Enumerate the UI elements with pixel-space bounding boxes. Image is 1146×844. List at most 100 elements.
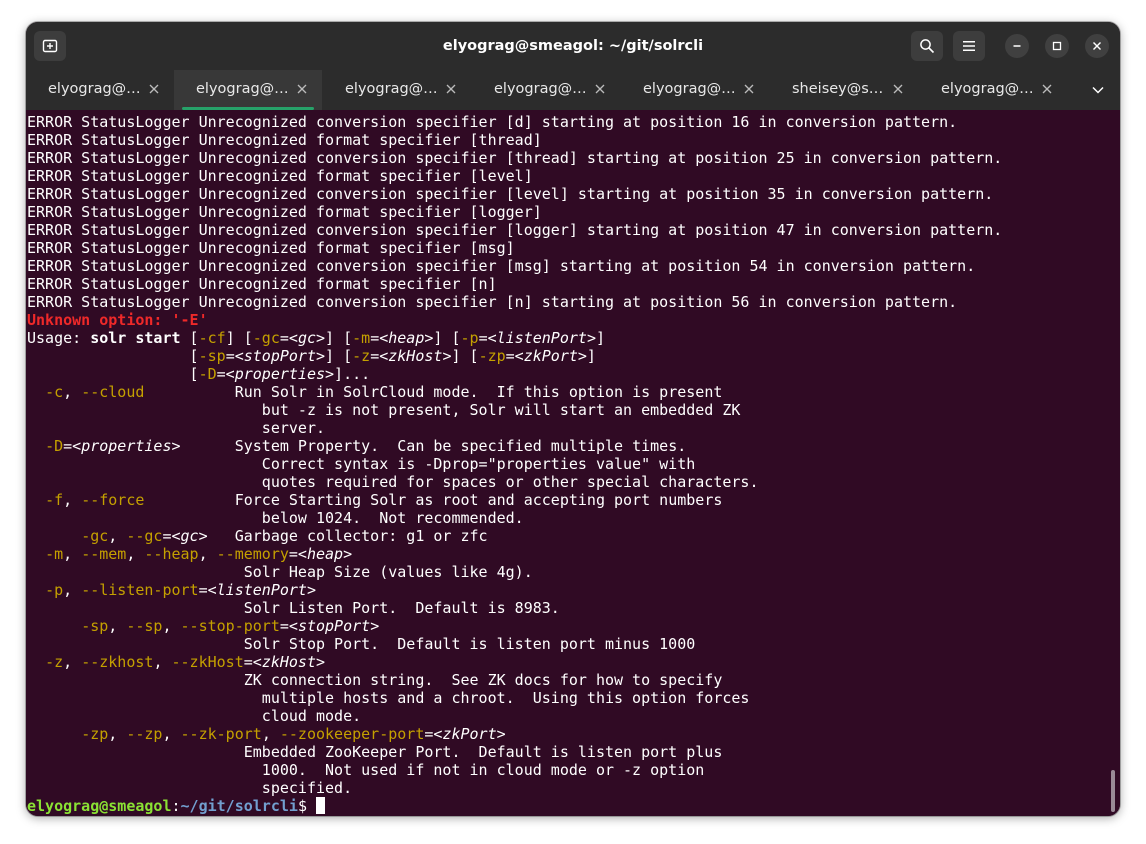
close-icon: [1093, 42, 1101, 50]
terminal-segment: [27, 527, 81, 545]
terminal-segment: stopPort: [243, 347, 316, 365]
terminal-line: 1000. Not used if not in cloud mode or -…: [27, 761, 705, 779]
terminal-segment: -m: [352, 329, 371, 347]
terminal-segment: =<: [279, 617, 298, 635]
terminal-segment: solr start: [90, 329, 181, 347]
minimize-icon: [1013, 45, 1021, 47]
prompt-path: ~/git/solrcli: [180, 797, 298, 815]
tab-close-icon[interactable]: [296, 83, 308, 95]
terminal-segment: [: [27, 347, 199, 365]
search-icon: [920, 39, 935, 54]
terminal-line: Solr Stop Port. Default is listen port m…: [27, 635, 696, 653]
terminal-line: ERROR StatusLogger Unrecognized conversi…: [27, 113, 958, 131]
tab-active[interactable]: elyograg@…: [174, 70, 322, 110]
terminal-line: ERROR StatusLogger Unrecognized conversi…: [27, 221, 1003, 239]
terminal-segment: zkHost: [388, 347, 443, 365]
terminal-segment: ,: [63, 383, 82, 401]
terminal-segment: -gc: [252, 329, 280, 347]
terminal-line: ERROR StatusLogger Unrecognized format s…: [27, 275, 497, 293]
terminal-segment: ,: [108, 725, 127, 743]
maximize-button[interactable]: [1045, 34, 1069, 58]
terminal-segment: Run Solr in SolrCloud mode. If this opti…: [144, 383, 723, 401]
terminal-line: ERROR StatusLogger Unrecognized format s…: [27, 131, 542, 149]
terminal-segment: [27, 383, 45, 401]
tab-close-icon[interactable]: [148, 83, 160, 95]
tab-list-dropdown[interactable]: [1087, 80, 1109, 100]
search-button[interactable]: [911, 31, 943, 61]
terminal-line: Correct syntax is -Dprop="properties val…: [27, 455, 696, 473]
close-window-button[interactable]: [1085, 34, 1109, 58]
maximize-icon: [1052, 41, 1062, 51]
tab[interactable]: elyograg@…: [621, 70, 769, 110]
terminal-segment: --zkHost: [171, 653, 244, 671]
terminal-segment: > Garbage collector: g1 or zfc: [198, 527, 488, 545]
terminal-segment: >] [: [316, 329, 353, 347]
terminal-segment: --zookeeper-port: [279, 725, 425, 743]
terminal-segment: -z: [45, 653, 64, 671]
terminal-output[interactable]: ERROR StatusLogger Unrecognized conversi…: [26, 110, 1120, 816]
terminal-segment: heap: [388, 329, 425, 347]
terminal-segment: >]: [586, 329, 605, 347]
tab[interactable]: elyograg@…: [26, 70, 174, 110]
terminal-segment: =<: [288, 545, 307, 563]
tab-label: elyograg@…: [941, 81, 1034, 97]
terminal-line: -c, --cloud Run Solr in SolrCloud mode. …: [27, 383, 1002, 401]
terminal-segment: -gc: [81, 527, 109, 545]
terminal-line: -gc, --gc=<gc> Garbage collector: g1 or …: [27, 527, 1002, 545]
terminal-segment: -f: [45, 491, 64, 509]
terminal-line: specified.: [27, 779, 353, 797]
terminal-line: Solr Listen Port. Default is 8983.: [27, 599, 560, 617]
scrollbar[interactable]: [1111, 770, 1115, 812]
tab-close-icon[interactable]: [445, 83, 457, 95]
tab-close-icon[interactable]: [594, 83, 606, 95]
terminal-segment: >: [306, 581, 316, 599]
terminal-line: Usage: solr start [-cf] [-gc=<gc>] [-m=<…: [27, 329, 1002, 347]
shell-prompt[interactable]: elyograg@smeagol:~/git/solrcli$: [27, 797, 1002, 815]
terminal-segment: [27, 653, 45, 671]
terminal-segment: =<: [198, 581, 217, 599]
terminal-segment: [27, 581, 45, 599]
terminal-line: ERROR StatusLogger Unrecognized conversi…: [27, 293, 958, 311]
terminal-line: cloud mode.: [27, 707, 362, 725]
terminal-segment: ,: [198, 545, 217, 563]
terminal-line: ERROR StatusLogger Unrecognized conversi…: [27, 149, 1003, 167]
tab[interactable]: sheisey@s…: [770, 70, 918, 110]
tab-label: elyograg@…: [494, 81, 587, 97]
terminal-segment: stopPort: [297, 617, 371, 635]
terminal-line: ERROR StatusLogger Unrecognized conversi…: [27, 185, 994, 203]
tab-close-icon[interactable]: [743, 83, 755, 95]
tab-label: elyograg@…: [48, 81, 141, 97]
prompt-separator: :: [171, 797, 181, 815]
terminal-line: ERROR StatusLogger Unrecognized format s…: [27, 167, 533, 185]
terminal-segment: ,: [162, 617, 181, 635]
terminal-segment: =<: [162, 527, 181, 545]
terminal-segment: ,: [63, 653, 82, 671]
tab-close-icon[interactable]: [892, 83, 904, 95]
minimize-button[interactable]: [1005, 34, 1029, 58]
terminal-line: -D=<properties> System Property. Can be …: [27, 437, 1002, 455]
menu-button[interactable]: [953, 31, 985, 61]
terminal-segment: -D: [198, 365, 217, 383]
tab[interactable]: elyograg@…: [919, 70, 1067, 110]
terminal-line: Embedded ZooKeeper Port. Default is list…: [27, 743, 723, 761]
tab-bar: elyograg@… elyograg@… elyograg@… elyogra…: [26, 70, 1120, 110]
tab-label: sheisey@s…: [792, 81, 884, 97]
terminal-segment: -zp: [478, 347, 506, 365]
terminal-segment: ,: [63, 581, 82, 599]
title-bar: elyograg@smeagol: ~/git/solrcli: [26, 22, 1120, 70]
terminal-line: -zp, --zp, --zk-port, --zookeeper-port=<…: [27, 725, 1002, 743]
terminal-segment: -p: [460, 329, 479, 347]
terminal-line: ERROR StatusLogger Unrecognized format s…: [27, 203, 542, 221]
tab[interactable]: elyograg@…: [323, 70, 471, 110]
terminal-segment: [27, 725, 81, 743]
terminal-segment: listenPort: [216, 581, 307, 599]
terminal-line: -f, --force Force Starting Solr as root …: [27, 491, 1002, 509]
terminal-text: ERROR StatusLogger Unrecognized conversi…: [27, 113, 1002, 815]
terminal-segment: --memory: [216, 545, 289, 563]
terminal-segment: -m: [45, 545, 64, 563]
tab-close-icon[interactable]: [1041, 83, 1053, 95]
terminal-segment: properties: [234, 365, 326, 383]
tab[interactable]: elyograg@…: [472, 70, 620, 110]
terminal-line: ERROR StatusLogger Unrecognized format s…: [27, 239, 515, 257]
terminal-line: ZK connection string. See ZK docs for ho…: [27, 671, 723, 689]
